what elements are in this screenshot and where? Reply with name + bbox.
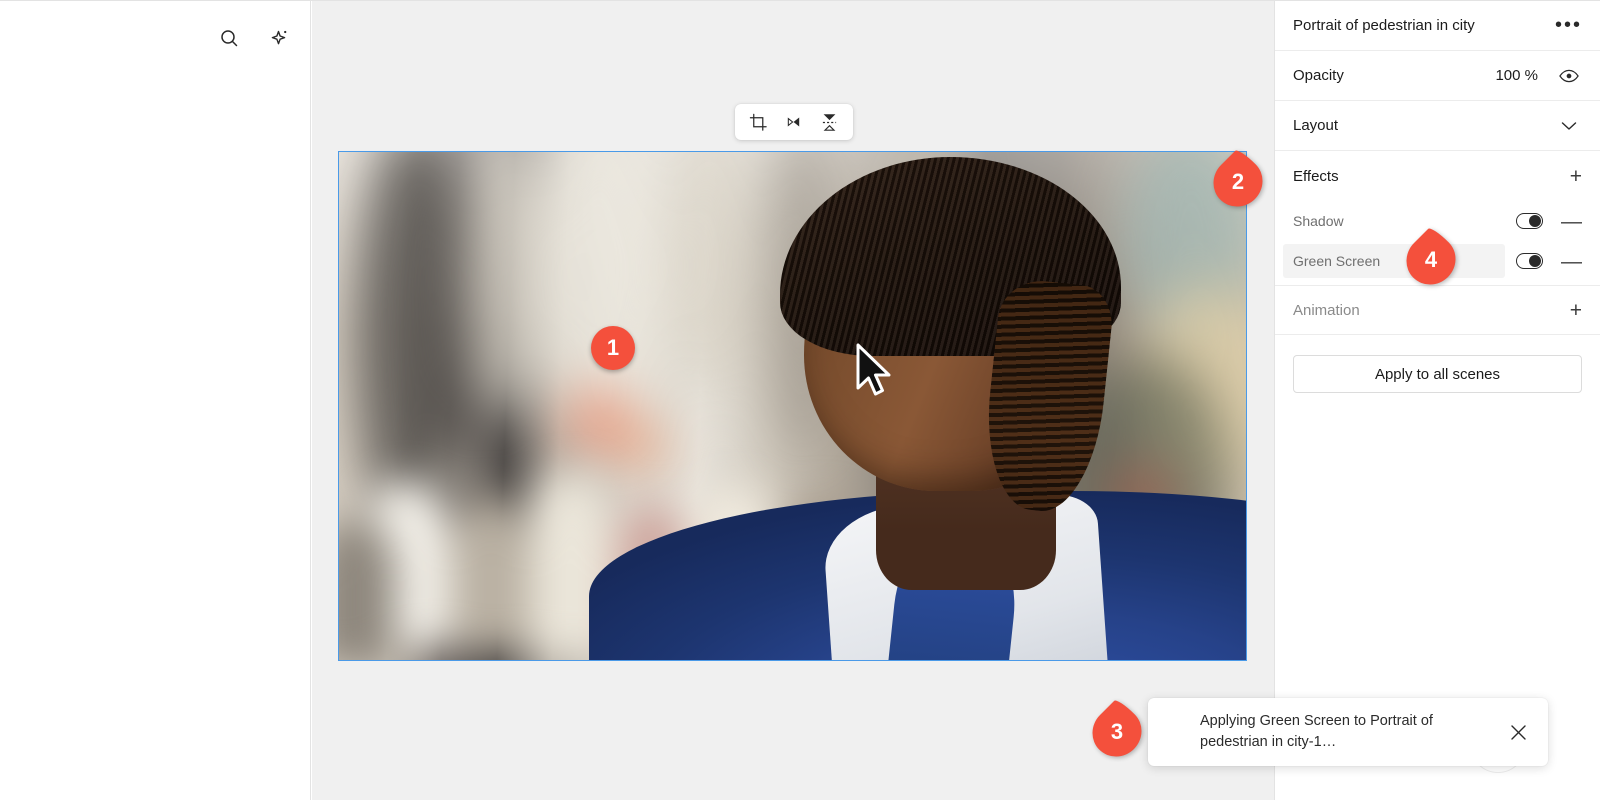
effects-row: Effects +	[1275, 151, 1600, 201]
search-icon[interactable]	[212, 21, 246, 55]
green-screen-toggle[interactable]	[1516, 253, 1543, 269]
effects-label: Effects	[1293, 167, 1339, 185]
animation-row: Animation +	[1275, 285, 1600, 335]
annotation-badge-2-label: 2	[1231, 169, 1245, 194]
portrait-photo	[339, 152, 1246, 660]
opacity-row: Opacity 100 %	[1275, 51, 1600, 101]
magic-sparkle-icon[interactable]	[262, 21, 296, 55]
remove-green-screen-button[interactable]: —	[1561, 251, 1582, 272]
opacity-label: Opacity	[1293, 67, 1344, 84]
photo-subject	[588, 157, 1246, 660]
more-options-icon[interactable]: •••	[1555, 14, 1582, 37]
mouse-cursor	[854, 343, 898, 408]
left-sidebar	[0, 1, 311, 800]
add-animation-button[interactable]: +	[1570, 300, 1582, 321]
annotation-badge-3-label: 3	[1110, 719, 1124, 744]
close-icon[interactable]	[1504, 718, 1532, 746]
panel-header: Portrait of pedestrian in city •••	[1275, 1, 1600, 51]
annotation-badge-4-label: 4	[1424, 247, 1438, 272]
layout-label: Layout	[1293, 117, 1339, 134]
effect-green-screen-label: Green Screen	[1293, 253, 1381, 269]
apply-to-all-scenes-button[interactable]: Apply to all scenes	[1293, 355, 1582, 393]
sidebar-toolbar	[212, 21, 296, 55]
properties-panel: Portrait of pedestrian in city ••• Opaci…	[1274, 1, 1600, 800]
flip-vertical-icon[interactable]	[816, 109, 842, 135]
add-effect-button[interactable]: +	[1570, 166, 1582, 187]
canvas-area[interactable]: 1	[312, 1, 1274, 800]
green-screen-toggle-knob	[1529, 255, 1541, 267]
media-floating-toolbar	[735, 104, 853, 140]
trim-icon[interactable]	[781, 109, 807, 135]
shadow-toggle-knob	[1529, 215, 1541, 227]
animation-label: Animation	[1293, 301, 1360, 319]
opacity-value[interactable]: 100 %	[1495, 67, 1538, 84]
remove-shadow-button[interactable]: —	[1561, 211, 1582, 232]
selected-media-frame[interactable]	[338, 151, 1247, 661]
effect-shadow-label: Shadow	[1293, 213, 1344, 229]
annotation-badge-1: 1	[591, 326, 635, 370]
toast-message: Applying Green Screen to Portrait of ped…	[1200, 712, 1433, 750]
annotation-badge-1-label: 1	[606, 335, 620, 360]
eye-icon[interactable]	[1556, 63, 1582, 89]
toast-notification: Applying Green Screen to Portrait of ped…	[1148, 698, 1548, 766]
chevron-down-icon[interactable]	[1556, 113, 1582, 139]
apply-button-wrap: Apply to all scenes	[1275, 335, 1600, 393]
crop-icon[interactable]	[746, 109, 772, 135]
layout-row[interactable]: Layout	[1275, 101, 1600, 151]
shadow-toggle[interactable]	[1516, 213, 1543, 229]
app-root: 1 Portrait of pedestrian in city ••• Opa…	[0, 0, 1600, 800]
page-title: Portrait of pedestrian in city	[1293, 17, 1475, 34]
